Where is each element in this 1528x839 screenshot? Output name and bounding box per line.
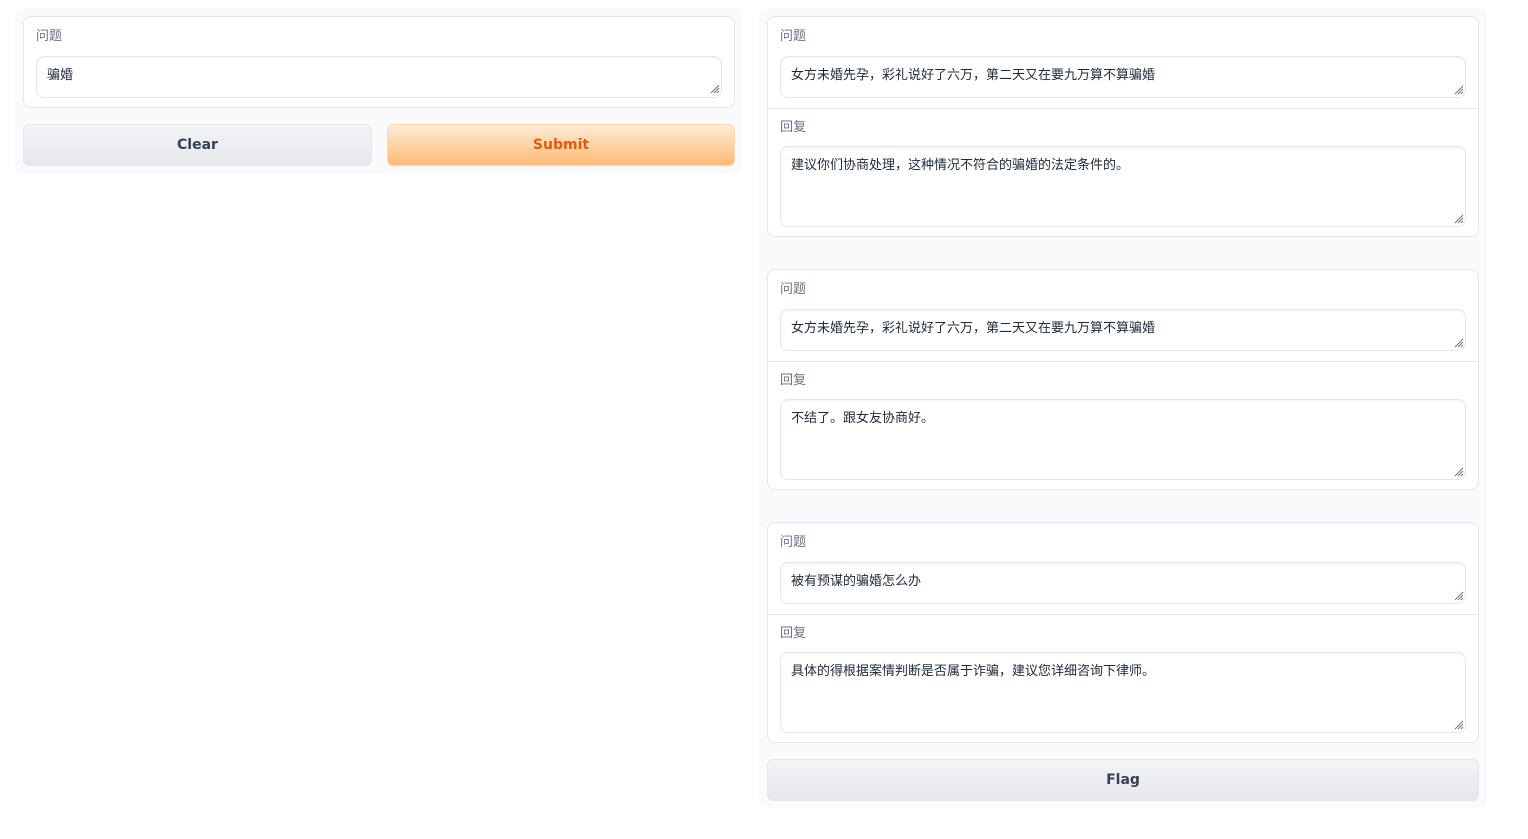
clear-button[interactable]: Clear [23,124,372,166]
question-input[interactable]: 骗婚 [36,56,722,98]
input-panel: 问题 骗婚 Clear Submit [15,8,742,174]
question-label: 问题 [780,282,807,297]
example-block: 问题 女方未婚先孕，彩礼说好了六万，第二天又在要九万算不算骗婚 回复 不结了。跟… [767,269,1479,490]
answer-label: 回复 [780,626,807,641]
question-field[interactable]: 被有预谋的骗婚怎么办 [780,562,1466,604]
resize-handle-icon[interactable] [1452,336,1464,348]
question-field[interactable]: 女方未婚先孕，彩礼说好了六万，第二天又在要九万算不算骗婚 [780,56,1466,98]
question-label: 问题 [780,29,807,44]
submit-button[interactable]: Submit [387,124,735,166]
question-label: 问题 [780,535,807,550]
example-block: 问题 女方未婚先孕，彩礼说好了六万，第二天又在要九万算不算骗婚 回复 建议你们协… [767,16,1479,237]
resize-handle-icon[interactable] [1452,589,1464,601]
answer-field[interactable]: 不结了。跟女友协商好。 [780,399,1466,480]
question-label: 问题 [36,29,63,44]
answer-field[interactable]: 具体的得根据案情判断是否属于诈骗，建议您详细咨询下律师。 [780,652,1466,733]
resize-handle-icon[interactable] [1452,718,1464,730]
divider [768,361,1478,362]
resize-handle-icon[interactable] [708,82,720,94]
resize-handle-icon[interactable] [1452,212,1464,224]
resize-handle-icon[interactable] [1452,465,1464,477]
question-input-block: 问题 骗婚 [23,16,735,108]
answer-label: 回复 [780,120,807,135]
divider [768,108,1478,109]
answer-label: 回复 [780,373,807,388]
divider [768,614,1478,615]
examples-panel: 问题 女方未婚先孕，彩礼说好了六万，第二天又在要九万算不算骗婚 回复 建议你们协… [759,8,1487,808]
flag-button[interactable]: Flag [767,759,1479,801]
answer-field[interactable]: 建议你们协商处理，这种情况不符合的骗婚的法定条件的。 [780,146,1466,227]
example-block: 问题 被有预谋的骗婚怎么办 回复 具体的得根据案情判断是否属于诈骗，建议您详细咨… [767,522,1479,743]
resize-handle-icon[interactable] [1452,83,1464,95]
question-field[interactable]: 女方未婚先孕，彩礼说好了六万，第二天又在要九万算不算骗婚 [780,309,1466,351]
